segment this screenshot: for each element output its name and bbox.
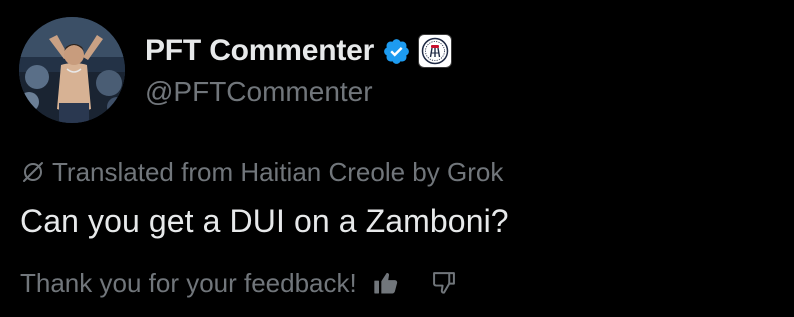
- avatar-image: [19, 17, 125, 123]
- post-text: Can you get a DUI on a Zamboni?: [20, 203, 509, 239]
- translation-feedback: Thank you for your feedback!: [20, 266, 459, 300]
- thumbs-down-icon[interactable]: [429, 268, 459, 298]
- display-name[interactable]: PFT Commenter: [145, 34, 374, 68]
- feedback-label: Thank you for your feedback!: [20, 267, 357, 298]
- translation-label: Translated from Haitian Creole by Grok: [52, 156, 504, 187]
- author-name-row: PFT Commenter: [145, 31, 453, 71]
- author-handle[interactable]: @PFTCommenter: [145, 76, 373, 108]
- avatar[interactable]: [19, 17, 125, 123]
- translate-icon: [20, 159, 46, 185]
- thumbs-up-icon[interactable]: [371, 268, 401, 298]
- verified-badge-icon[interactable]: [382, 37, 411, 66]
- translation-notice[interactable]: Translated from Haitian Creole by Grok: [20, 157, 503, 187]
- barstool-affiliate-badge-icon[interactable]: [418, 34, 453, 68]
